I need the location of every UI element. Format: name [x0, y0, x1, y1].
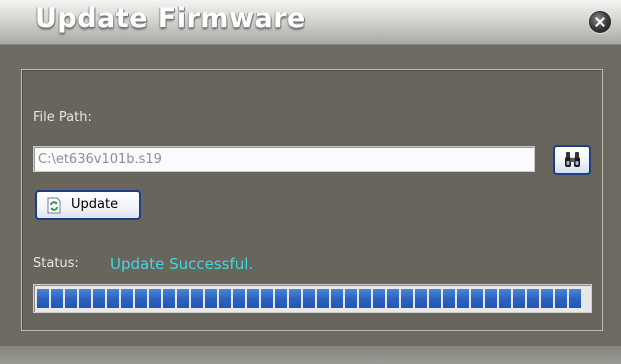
progress-segment — [527, 289, 539, 308]
close-icon[interactable] — [589, 11, 611, 33]
progress-segment — [359, 289, 371, 308]
progress-segment — [261, 289, 273, 308]
progress-segment — [149, 289, 161, 308]
progress-segment — [513, 289, 525, 308]
progress-segment — [79, 289, 91, 308]
progress-fill — [37, 289, 588, 308]
progress-segment — [51, 289, 63, 308]
progress-segment — [275, 289, 287, 308]
progress-segment — [499, 289, 511, 308]
progress-segment — [317, 289, 329, 308]
status-value: Update Successful. — [110, 255, 254, 273]
progress-segment — [233, 289, 245, 308]
update-button-label: Update — [71, 197, 119, 212]
progress-segment — [373, 289, 385, 308]
progress-segment — [345, 289, 357, 308]
update-firmware-dialog: Update Firmware File Path: Update Status… — [0, 0, 621, 364]
progress-segment — [107, 289, 119, 308]
progress-segment — [93, 289, 105, 308]
binoculars-icon — [565, 152, 580, 167]
progress-segment — [401, 289, 413, 308]
progress-segment — [443, 289, 455, 308]
refresh-icon — [47, 197, 61, 214]
progress-segment — [65, 289, 77, 308]
progress-segment — [569, 289, 581, 308]
progress-segment — [37, 289, 49, 308]
progress-segment — [247, 289, 259, 308]
progress-segment — [219, 289, 231, 308]
progress-segment — [415, 289, 427, 308]
progress-segment — [541, 289, 553, 308]
progress-segment — [555, 289, 567, 308]
progress-segment — [303, 289, 315, 308]
progress-segment — [205, 289, 217, 308]
dialog-title: Update Firmware — [35, 3, 306, 34]
progress-segment — [191, 289, 203, 308]
file-path-label: File Path: — [33, 110, 92, 125]
progress-segment — [177, 289, 189, 308]
progress-segment — [457, 289, 469, 308]
progress-segment — [429, 289, 441, 308]
file-path-input[interactable] — [33, 146, 535, 172]
browse-button[interactable] — [553, 145, 591, 175]
progress-segment — [135, 289, 147, 308]
progress-segment — [471, 289, 483, 308]
progress-segment — [121, 289, 133, 308]
progress-segment — [485, 289, 497, 308]
status-label: Status: — [33, 256, 79, 271]
window-bottom-edge — [0, 346, 621, 364]
update-button[interactable]: Update — [35, 190, 141, 220]
progress-segment — [387, 289, 399, 308]
progress-bar — [33, 284, 592, 313]
progress-segment — [331, 289, 343, 308]
progress-segment — [163, 289, 175, 308]
title-bar[interactable]: Update Firmware — [0, 0, 621, 45]
progress-segment — [289, 289, 301, 308]
